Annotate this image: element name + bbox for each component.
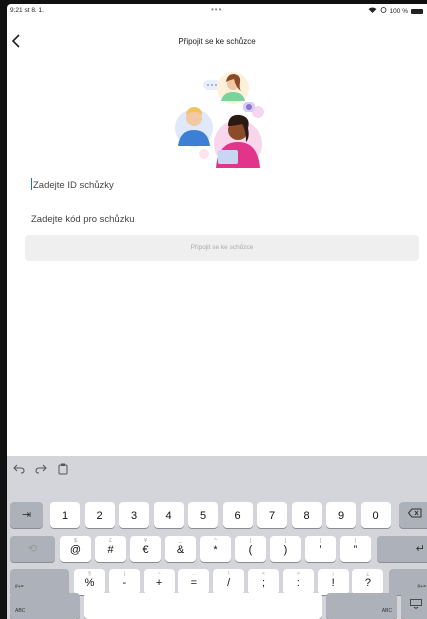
key-symbol: = (190, 577, 198, 589)
digit-key[interactable]: 3 (119, 502, 149, 528)
delete-key[interactable] (399, 502, 427, 528)
meeting-id-field[interactable]: Zadejte ID schůzky (31, 176, 411, 196)
key-symbol: : (296, 577, 300, 589)
key-symbol: ’ (319, 544, 322, 556)
digit-key[interactable]: 8 (291, 502, 322, 528)
status-time: 9:21 st 8. 1. (10, 7, 44, 14)
passcode-field[interactable]: Zadejte kód pro schůzku (31, 210, 411, 230)
key-symbol: - (122, 577, 127, 589)
symbol-key[interactable]: [( (235, 536, 266, 562)
join-meeting-button[interactable]: Připojit se ke schůzce (25, 235, 419, 261)
key-symbol: 6 (234, 510, 241, 522)
paste-icon[interactable] (56, 462, 70, 476)
symbol-key[interactable]: §% (74, 569, 105, 595)
abc-key-right[interactable]: ABC (326, 593, 397, 619)
space-key[interactable] (84, 593, 322, 619)
digit-key[interactable]: 1 (50, 502, 80, 528)
keyboard-toolbar (7, 456, 427, 482)
tab-key[interactable]: ⇥ (10, 502, 43, 528)
key-symbol: % (84, 577, 95, 589)
battery-percent: 100 % (389, 7, 408, 15)
undo-key-icon: ⟲ (27, 543, 38, 555)
digit-key[interactable]: 7 (257, 502, 287, 528)
meeting-id-placeholder: Zadejte ID schůzky (33, 180, 114, 191)
dismiss-keyboard-key[interactable] (401, 593, 427, 619)
more-symbols-key-left[interactable]: #+= (10, 569, 69, 595)
abc-key-left[interactable]: ABC (10, 593, 80, 619)
status-dots: ••• (211, 5, 223, 14)
delete-icon (399, 508, 427, 521)
abc-label-left: ABC (15, 608, 26, 614)
symbol-key[interactable]: ¡! (317, 569, 349, 595)
key-symbol: € (142, 544, 149, 556)
key-symbol: # (107, 544, 114, 556)
digit-key[interactable]: 9 (326, 502, 356, 528)
symbol-key[interactable]: | - (108, 569, 140, 595)
key-symbol: 0 (372, 510, 379, 522)
key-symbol: 7 (268, 510, 276, 522)
more-symbols-label-right: #+= (417, 584, 426, 590)
key-symbol: 4 (165, 510, 172, 522)
key-symbol: ) (283, 544, 288, 556)
screen: 9:21 st 8. 1. ••• 100 % Připojit se ke s… (7, 4, 427, 619)
symbol-key[interactable]: \ / (213, 569, 245, 595)
wifi-icon (368, 7, 377, 15)
key-symbol: ( (248, 544, 253, 556)
key-symbol: 1 (61, 510, 69, 522)
nav-bar: Připojit se ke schůzce (7, 30, 427, 56)
digit-key[interactable]: 4 (153, 502, 184, 528)
orientation-lock-icon (380, 7, 387, 15)
symbol-key[interactable]: _ & (165, 536, 196, 562)
redo-icon[interactable] (34, 462, 48, 476)
text-cursor (31, 178, 32, 190)
key-symbol: 9 (337, 510, 345, 522)
tab-icon: ⇥ (21, 509, 32, 521)
keyboard: ⇥ 1234567890 ⟲ $ @ £ # ¥ € _ & ^ *[(]){’}” ↵ #+= … (7, 456, 427, 619)
key-symbol: 3 (130, 510, 138, 522)
return-key[interactable]: ↵ (377, 536, 427, 562)
key-symbol: 2 (96, 510, 103, 522)
symbol-key[interactable]: $ @ (60, 536, 91, 562)
undo-key[interactable]: ⟲ (10, 536, 55, 562)
key-symbol: * (213, 544, 218, 556)
meeting-illustration (170, 68, 268, 168)
key-symbol: ” (353, 544, 358, 556)
symbol-key[interactable]: ¿? (352, 569, 384, 595)
digit-key[interactable]: 0 (360, 502, 391, 528)
key-symbol: @ (69, 544, 82, 556)
device-frame: 9:21 st 8. 1. ••• 100 % Připojit se ke s… (0, 0, 427, 619)
abc-label-right: ABC (381, 608, 392, 614)
return-icon: ↵ (415, 543, 425, 555)
symbol-key[interactable]: >: (282, 569, 314, 595)
key-symbol: ! (331, 577, 335, 589)
more-symbols-key-right[interactable]: #+= (389, 569, 427, 595)
key-symbol: ? (364, 577, 371, 589)
battery-icon (411, 8, 423, 14)
key-symbol: / (227, 577, 231, 589)
symbol-key[interactable]: ¥ € (130, 536, 161, 562)
symbol-key[interactable]: £ # (95, 536, 126, 562)
key-symbol: & (176, 544, 185, 556)
symbol-key[interactable]: ~ + (143, 569, 175, 595)
status-bar: 9:21 st 8. 1. ••• 100 % (7, 4, 427, 18)
digit-key[interactable]: 5 (188, 502, 218, 528)
passcode-placeholder: Zadejte kód pro schůzku (31, 214, 135, 225)
key-symbol: 5 (199, 510, 207, 522)
keyboard-hide-icon (401, 599, 427, 612)
symbol-key[interactable]: }” (340, 536, 371, 562)
key-symbol: 8 (303, 510, 310, 522)
status-right: 100 % (368, 7, 423, 15)
symbol-key[interactable]: ^ * (200, 536, 231, 562)
more-symbols-label-left: #+= (15, 584, 24, 590)
digit-key[interactable]: 2 (84, 502, 115, 528)
page-title: Připojit se ke schůzce (178, 37, 256, 46)
key-symbol: + (155, 577, 163, 589)
key-symbol: ; (261, 577, 266, 589)
symbol-key[interactable]: {’ (305, 536, 336, 562)
digit-key[interactable]: 6 (222, 502, 253, 528)
symbol-key[interactable]: ]) (270, 536, 301, 562)
symbol-key[interactable]: … = (178, 569, 210, 595)
undo-icon[interactable] (12, 462, 26, 476)
symbol-key[interactable]: <; (248, 569, 279, 595)
